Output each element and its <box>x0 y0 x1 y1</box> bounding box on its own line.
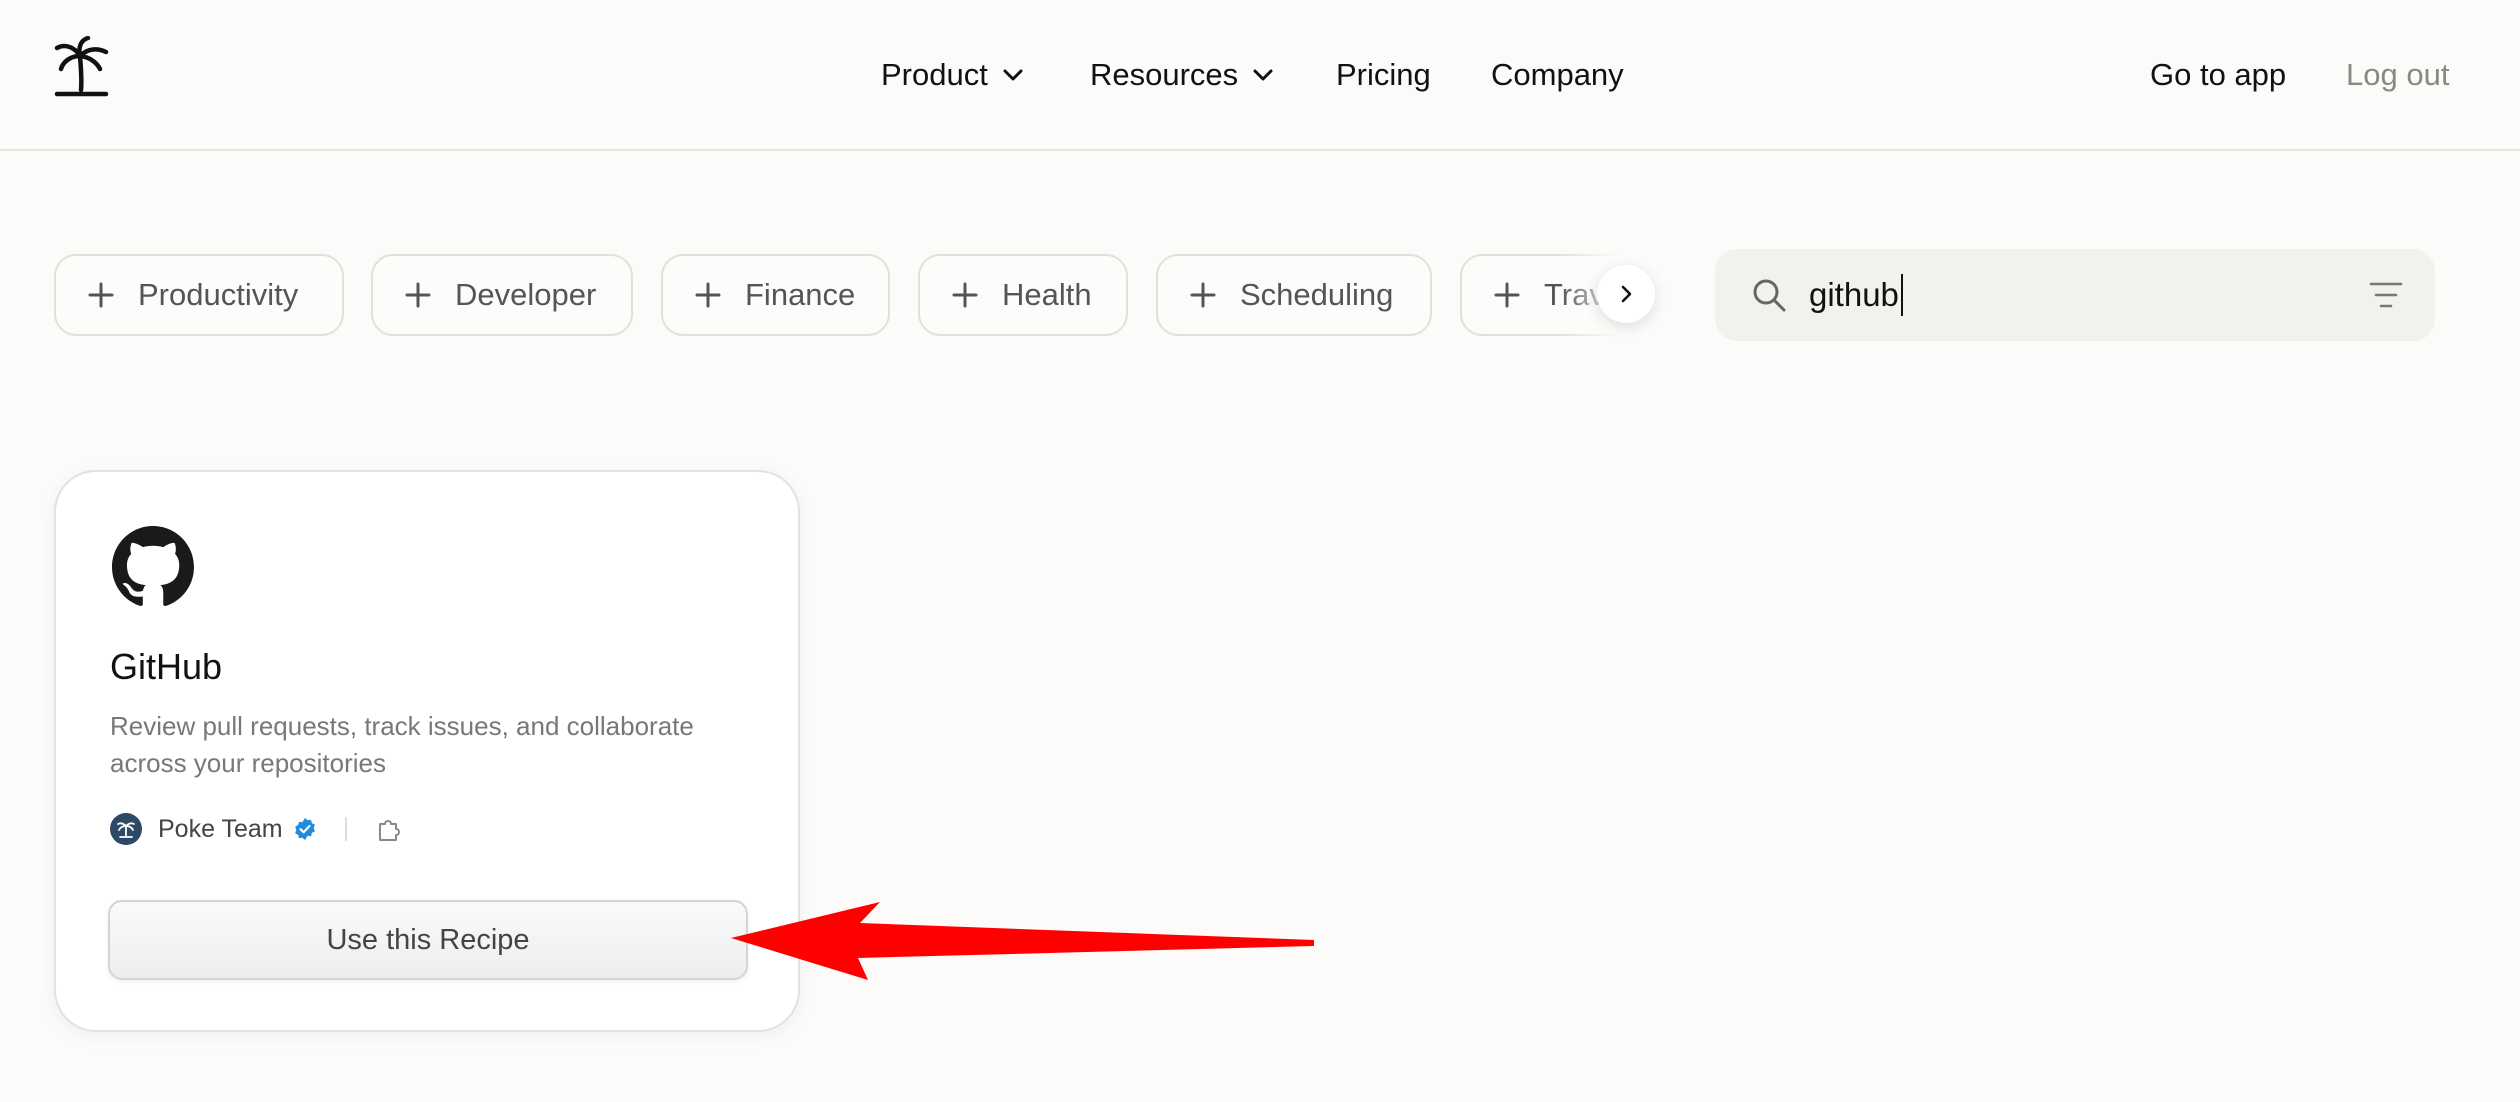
chevron-right-icon <box>1621 285 1632 303</box>
author-avatar <box>110 813 142 845</box>
plus-icon <box>1494 282 1520 308</box>
chip-label: Finance <box>745 277 856 312</box>
plus-icon <box>405 282 431 308</box>
category-chips: Productivity Developer Finance Health Sc… <box>0 252 1660 338</box>
category-chip-scheduling[interactable]: Scheduling <box>1156 254 1432 336</box>
text-caret <box>1900 274 1903 316</box>
nav-product-label: Product <box>881 57 988 92</box>
scroll-categories-button[interactable] <box>1597 265 1655 323</box>
go-to-app-link[interactable]: Go to app <box>2150 50 2286 100</box>
plus-icon <box>952 282 978 308</box>
chip-label: Health <box>1002 277 1092 312</box>
nav-company[interactable]: Company <box>1491 50 1624 100</box>
nav-resources-label: Resources <box>1090 57 1239 92</box>
plus-icon <box>88 282 114 308</box>
nav-pricing[interactable]: Pricing <box>1336 50 1431 100</box>
nav-pricing-label: Pricing <box>1336 57 1431 92</box>
plus-icon <box>695 282 721 308</box>
use-recipe-button[interactable]: Use this Recipe <box>108 900 748 980</box>
log-out-link[interactable]: Log out <box>2346 50 2449 100</box>
nav-product[interactable]: Product <box>881 50 1024 100</box>
nav-resources[interactable]: Resources <box>1090 50 1274 100</box>
category-chip-developer[interactable]: Developer <box>371 254 633 336</box>
plus-icon <box>1190 282 1216 308</box>
recipe-meta: Poke Team <box>110 812 403 846</box>
search-icon <box>1753 279 1786 312</box>
nav-company-label: Company <box>1491 57 1624 92</box>
github-icon <box>112 526 194 606</box>
chevron-down-icon <box>1253 69 1273 81</box>
chip-label: Scheduling <box>1240 277 1394 312</box>
filter-icon[interactable] <box>2369 279 2403 311</box>
annotation-arrow <box>731 902 1314 980</box>
chevron-down-icon <box>1003 69 1023 81</box>
recipe-description: Review pull requests, track issues, and … <box>110 711 694 778</box>
meta-divider <box>344 817 347 841</box>
recipe-card-github[interactable]: GitHub Review pull requests, track issue… <box>54 470 800 1032</box>
chip-label: Productivity <box>138 277 299 312</box>
recipe-title: GitHub <box>110 646 223 687</box>
palm-tree-icon[interactable] <box>54 36 110 98</box>
verified-badge-icon <box>294 818 315 840</box>
search-input[interactable] <box>1809 269 2309 321</box>
category-chip-finance[interactable]: Finance <box>661 254 890 336</box>
category-chip-health[interactable]: Health <box>918 254 1128 336</box>
chip-label: Developer <box>455 277 597 312</box>
puzzle-piece-icon <box>378 820 400 841</box>
site-header: Product Resources Pricing Company Go to … <box>0 0 2520 151</box>
author-name[interactable]: Poke Team <box>158 815 283 844</box>
palm-tree-icon <box>117 822 135 838</box>
category-chip-productivity[interactable]: Productivity <box>54 254 344 336</box>
search-box <box>1715 249 2435 341</box>
